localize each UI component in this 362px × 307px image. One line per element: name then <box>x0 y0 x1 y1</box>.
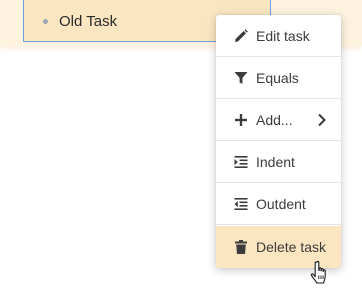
task-grid-area: Old Task Edit task Equals Add... Indent … <box>0 0 362 307</box>
hand-pointer-cursor-icon <box>310 260 332 286</box>
menu-item-outdent[interactable]: Outdent <box>216 183 341 225</box>
chevron-right-icon <box>317 113 327 127</box>
menu-item-label: Indent <box>256 154 295 170</box>
task-bullet-icon <box>43 19 48 24</box>
outdent-icon <box>234 197 248 211</box>
filter-icon <box>234 71 248 85</box>
menu-item-add[interactable]: Add... <box>216 99 341 141</box>
indent-icon <box>234 155 248 169</box>
menu-item-label: Outdent <box>256 196 306 212</box>
task-name: Old Task <box>59 13 118 30</box>
menu-item-indent[interactable]: Indent <box>216 141 341 183</box>
trash-icon <box>234 240 248 254</box>
context-menu: Edit task Equals Add... Indent Outdent D… <box>216 15 341 268</box>
menu-item-equals[interactable]: Equals <box>216 57 341 99</box>
menu-item-label: Add... <box>256 112 293 128</box>
menu-item-label: Edit task <box>256 28 310 44</box>
plus-icon <box>234 113 248 127</box>
pencil-icon <box>234 29 248 43</box>
menu-item-label: Delete task <box>256 239 327 255</box>
menu-item-edit-task[interactable]: Edit task <box>216 15 341 57</box>
menu-item-label: Equals <box>256 70 299 86</box>
